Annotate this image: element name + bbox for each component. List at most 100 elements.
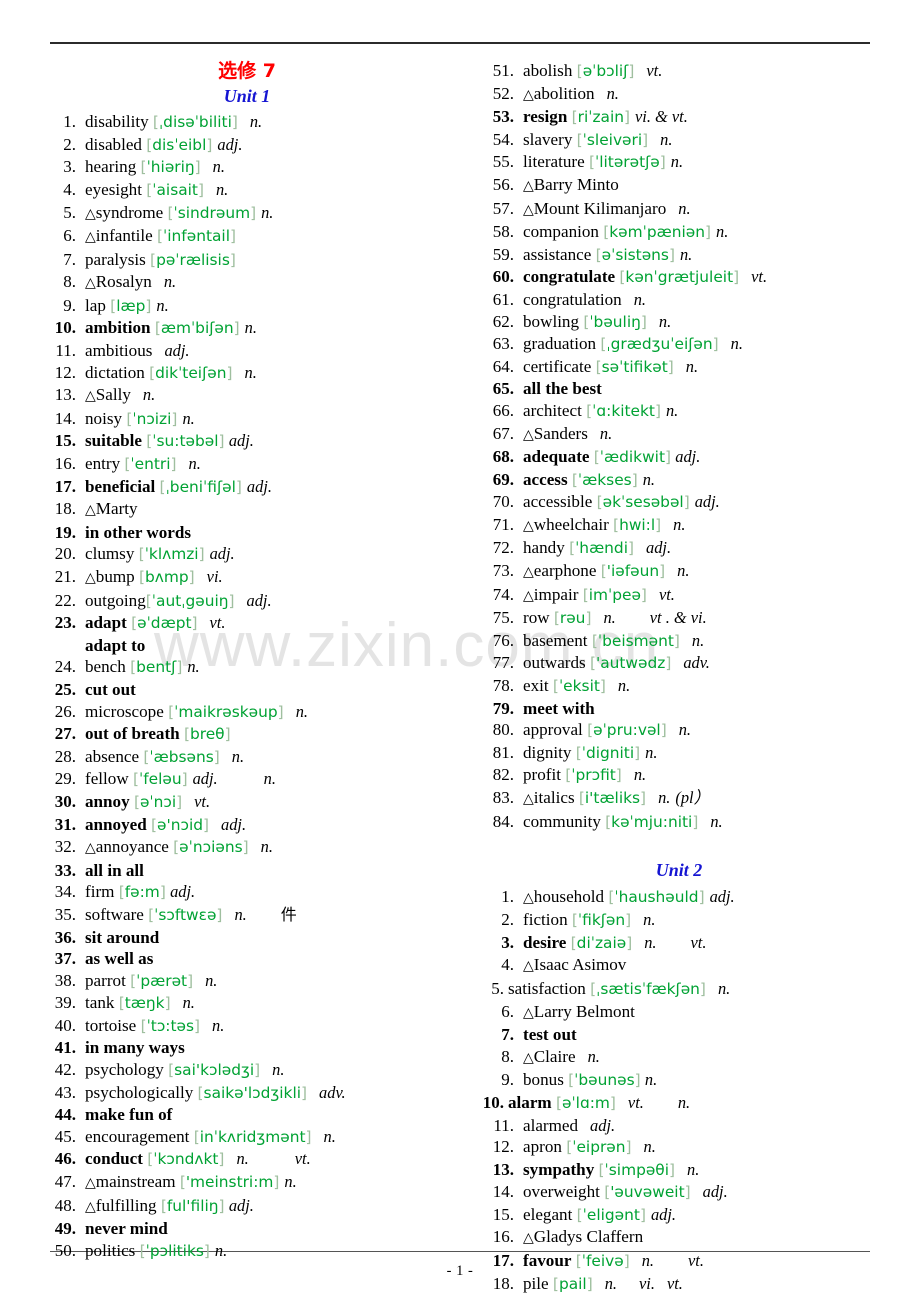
phonetic-transcription: ['əuvəweit] bbox=[604, 1183, 691, 1202]
vocabulary-word: adapt to bbox=[85, 635, 146, 655]
bracket-open: [ bbox=[139, 568, 146, 587]
item-body: △Marty bbox=[85, 498, 450, 522]
item-number: 16. bbox=[492, 1227, 514, 1247]
item-number: 72. bbox=[492, 538, 514, 558]
part-of-speech: n. bbox=[641, 1251, 655, 1271]
part-of-speech: n. bbox=[617, 676, 631, 696]
item-body: △Larry Belmont bbox=[523, 1001, 876, 1025]
vocabulary-word: household bbox=[533, 886, 605, 906]
item-number: 2. bbox=[63, 134, 76, 154]
bracket-close: ] bbox=[194, 158, 201, 177]
item-number: 20. bbox=[54, 544, 76, 564]
item-body: ambition [æmˈbiʃən] n. bbox=[85, 317, 450, 340]
item-number: 39. bbox=[54, 993, 76, 1013]
item-body: satisfaction [ˌsætisˈfækʃən] n. bbox=[508, 978, 876, 1001]
bracket-open: [ bbox=[124, 455, 131, 474]
item-body: meet with bbox=[523, 698, 876, 720]
bracket-close: ] bbox=[640, 312, 647, 331]
phonetic-transcription: [i'tæliks] bbox=[578, 789, 647, 807]
item-body: conduct [ˈkɔndʌkt] n. vt. bbox=[85, 1148, 450, 1171]
bracket-open: [ bbox=[595, 245, 602, 264]
wordlist-item: 39. tank [tæŋk] n. bbox=[44, 992, 450, 1015]
vocabulary-word: noisy bbox=[85, 408, 123, 428]
item-body: microscope [ˈmaikrəskəup] n. bbox=[85, 701, 450, 724]
phonetic-transcription: [tæŋk] bbox=[118, 994, 171, 1013]
phonetic-transcription: [ˈbəunəs] bbox=[568, 1071, 641, 1090]
phonetic-transcription: [ˈpɔlitiks] bbox=[139, 1241, 210, 1260]
bracket-close: ] bbox=[683, 493, 690, 512]
item-number: 3. bbox=[501, 932, 514, 952]
item-number: 6. bbox=[501, 1001, 514, 1021]
triangle-icon: △ bbox=[523, 1230, 534, 1247]
wordlist-item: 29. fellow [ˈfeləu] adj. n. bbox=[44, 768, 450, 791]
part-of-speech: n. bbox=[678, 198, 691, 218]
item-body: △Mount Kilimanjaro n. bbox=[523, 198, 876, 222]
wordlist-item: 18. △Marty bbox=[44, 498, 450, 522]
wordlist-item: 30. annoy [əˈnɔi] vt. bbox=[44, 791, 450, 814]
wordlist-continuation-line: .adapt to bbox=[44, 635, 450, 657]
part-of-speech: n. bbox=[642, 469, 655, 489]
wordlist-item: 72. handy [ˈhændi] adj. bbox=[482, 537, 876, 560]
phonetic-transcription: [ˈlitərətʃə] bbox=[588, 153, 666, 172]
triangle-icon: △ bbox=[523, 86, 534, 103]
item-body: outwards ['autwədz] adv. bbox=[523, 652, 876, 675]
item-body: pile [pail] n. vi. vt. bbox=[523, 1273, 876, 1296]
part-of-speech: adj. bbox=[228, 431, 254, 451]
phonetic-transcription: [riˈzain] bbox=[571, 108, 631, 127]
bracket-open: [ bbox=[571, 108, 578, 127]
wordlist-item: 78. exit [ˈeksit] n. bbox=[482, 675, 876, 698]
item-body: all in all bbox=[85, 860, 450, 882]
vocabulary-word: sympathy bbox=[523, 1159, 595, 1179]
item-number: 71. bbox=[492, 514, 514, 534]
triangle-icon: △ bbox=[523, 426, 534, 443]
bracket-open: [ bbox=[593, 448, 600, 467]
phonetic-transcription: [ˈnɔizi] bbox=[126, 409, 178, 428]
part-of-speech: n. bbox=[244, 362, 257, 382]
bracket-close: ] bbox=[224, 725, 231, 744]
item-number: 28. bbox=[54, 746, 76, 766]
item-body: absence [ˈæbsəns] n. bbox=[85, 746, 450, 769]
bracket-close: ] bbox=[203, 1241, 210, 1260]
vocabulary-word: abolition bbox=[533, 83, 595, 103]
bracket-open: [ bbox=[146, 432, 153, 451]
wordlist-item: 63. graduation [ˌgrædʒuˈeiʃən] n. bbox=[482, 333, 876, 356]
item-number: 67. bbox=[492, 423, 514, 443]
item-number: 81. bbox=[492, 742, 514, 762]
item-number: 78. bbox=[492, 676, 514, 696]
bracket-open: [ bbox=[595, 357, 602, 376]
wordlist-item: 77. outwards ['autwədz] adv. bbox=[482, 652, 876, 675]
bracket-open: [ bbox=[147, 1150, 154, 1169]
wordlist-item: 19. in other words bbox=[44, 522, 450, 544]
wordlist-item: 9. lap [læp] n. bbox=[44, 295, 450, 318]
bracket-open: [ bbox=[566, 1138, 573, 1157]
vocabulary-word: outwards bbox=[523, 653, 586, 673]
bracket-open: [ bbox=[576, 62, 583, 80]
bracket-open: [ bbox=[140, 158, 147, 177]
part-of-speech: adj. bbox=[709, 886, 735, 906]
bracket-close: ] bbox=[628, 62, 635, 80]
vocabulary-word: overweight bbox=[523, 1182, 600, 1202]
item-number: 50. bbox=[54, 1240, 76, 1260]
document-page: www.zixin.com.cn 选修 7 Unit 1 1. disabilit… bbox=[0, 0, 920, 1302]
item-body: △italics [i'tæliks] n. (pl） bbox=[523, 787, 876, 811]
wordlist-item: 7. paralysis [pəˈrælisis] bbox=[44, 249, 450, 272]
item-body: paralysis [pəˈrælisis] bbox=[85, 249, 450, 272]
vocabulary-word: desire bbox=[523, 932, 567, 952]
vocabulary-word: Mount Kilimanjaro bbox=[533, 198, 667, 218]
phonetic-transcription: [pəˈrælisis] bbox=[150, 250, 236, 269]
item-body: bowling [ˈbəuliŋ] n. bbox=[523, 311, 876, 334]
item-number: 10. bbox=[54, 318, 76, 338]
bracket-close: ] bbox=[176, 792, 183, 811]
wordlist-item: 21. △bump [bʌmp] vi. bbox=[44, 566, 450, 590]
item-body: ambitious adj. bbox=[85, 340, 450, 362]
part-of-speech: n. bbox=[187, 657, 200, 677]
wordlist-item: 71. △wheelchair [hwi:l] n. bbox=[482, 514, 876, 538]
bracket-close: ] bbox=[586, 1274, 593, 1293]
item-number: 11. bbox=[493, 1115, 514, 1135]
bracket-close: ] bbox=[642, 130, 649, 149]
vocabulary-word: encouragement bbox=[85, 1126, 190, 1146]
wordlist-unit1-part1: 1. disability [ˌdisəˈbiliti] n. 2. disabled … bbox=[44, 111, 450, 1262]
phonetic-transcription: [ˈprɔfit] bbox=[565, 766, 622, 785]
phonetic-transcription: [breθ] bbox=[183, 725, 231, 744]
part-of-speech: n. bbox=[644, 1070, 658, 1090]
